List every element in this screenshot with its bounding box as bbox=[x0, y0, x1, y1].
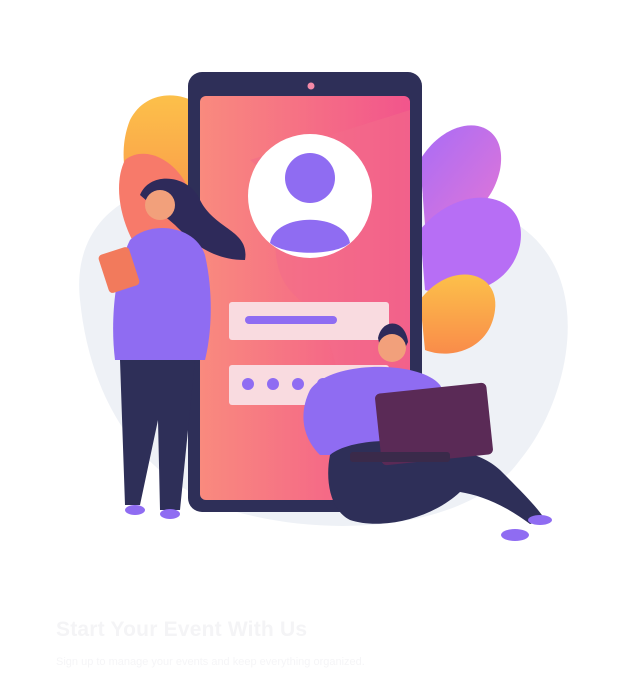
avatar-icon bbox=[248, 134, 372, 258]
hero-caption: Start Your Event With Us Sign up to mana… bbox=[56, 618, 576, 668]
hero-illustration bbox=[0, 0, 630, 560]
caption-title: Start Your Event With Us bbox=[56, 618, 308, 641]
caption-subtitle: Sign up to manage your events and keep e… bbox=[56, 656, 365, 668]
username-field-icon bbox=[229, 302, 389, 340]
